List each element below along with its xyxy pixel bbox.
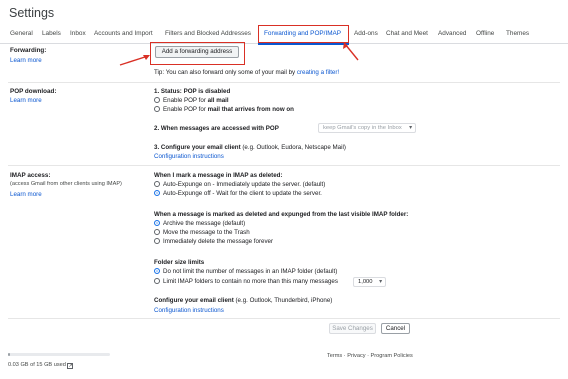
- pop-configuration-instructions-link[interactable]: Configuration instructions: [154, 153, 224, 160]
- forwarding-tip-text: Tip: You can also forward only some of y…: [154, 69, 297, 76]
- imap-delete-forever-label: Immediately delete the message forever: [163, 238, 274, 245]
- storage-bar: [8, 353, 110, 356]
- imap-client-row: Configure your email client (e.g. Outloo…: [154, 297, 332, 304]
- imap-archive-option[interactable]: Archive the message (default): [154, 220, 245, 227]
- radio-button[interactable]: [154, 229, 160, 235]
- imap-sublabel: (access Gmail from other clients using I…: [10, 181, 122, 187]
- imap-expunge-off-label: Auto-Expunge off - Wait for the client t…: [163, 190, 322, 197]
- imap-learn-more-link[interactable]: Learn more: [10, 191, 42, 198]
- storage-usage: 0.03 GB of 15 GB used ↗: [8, 362, 74, 369]
- pop-label: POP download:: [10, 88, 57, 95]
- pop-configure-heading: 3. Configure your email client: [154, 144, 241, 151]
- add-forwarding-address-button[interactable]: Add a forwarding address: [155, 46, 239, 58]
- pop-enable-now-prefix: Enable POP for: [163, 106, 208, 113]
- divider: [8, 318, 560, 319]
- imap-expunge-off-option[interactable]: Auto-Expunge off - Wait for the client t…: [154, 190, 322, 197]
- external-link-icon[interactable]: ↗: [67, 363, 74, 369]
- radio-button[interactable]: [154, 97, 160, 103]
- pop-enable-all-option[interactable]: Enable POP for all mail: [154, 97, 229, 104]
- pop-enable-all-bold: all mail: [207, 97, 229, 104]
- pop-enable-now-option[interactable]: Enable POP for mail that arrives from no…: [154, 106, 294, 113]
- imap-trash-option[interactable]: Move the message to the Trash: [154, 229, 250, 236]
- pop-enable-now-bold: mail that arrives from now on: [207, 106, 294, 113]
- annotation-arrow-button: [119, 55, 149, 66]
- imap-limit-label: Limit IMAP folders to contain no more th…: [163, 278, 338, 285]
- pop-configure-note: (e.g. Outlook, Eudora, Netscape Mail): [240, 144, 346, 151]
- imap-expunge-on-label: Auto-Expunge on - Immediately update the…: [163, 181, 326, 188]
- radio-button-selected[interactable]: [154, 220, 160, 226]
- program-policies-link[interactable]: Program Policies: [371, 353, 413, 359]
- storage-bar-fill: [8, 353, 11, 356]
- divider: [8, 165, 560, 166]
- forwarding-label: Forwarding:: [10, 47, 47, 54]
- forwarding-tip: Tip: You can also forward only some of y…: [154, 69, 339, 76]
- terms-link[interactable]: Terms: [327, 353, 342, 359]
- chevron-down-icon: ▾: [409, 125, 412, 131]
- footer-links: Terms · Privacy · Program Policies: [327, 353, 413, 359]
- imap-delete-forever-option[interactable]: Immediately delete the message forever: [154, 238, 273, 245]
- imap-limit-option[interactable]: Limit IMAP folders to contain no more th…: [154, 278, 338, 285]
- create-filter-link[interactable]: creating a filter!: [297, 69, 339, 76]
- imap-deleted-heading: When I mark a message in IMAP as deleted…: [154, 172, 283, 179]
- radio-button[interactable]: [154, 278, 160, 284]
- imap-expunged-heading: When a message is marked as deleted and …: [154, 211, 409, 218]
- pop-status-heading: 1. Status: POP is disabled: [154, 88, 231, 95]
- imap-label: IMAP access:: [10, 172, 51, 179]
- imap-limit-select-value: 1,000: [358, 279, 373, 285]
- pop-access-select-value: keep Gmail's copy in the Inbox: [323, 125, 402, 131]
- chevron-down-icon: ▾: [379, 279, 382, 285]
- radio-button-selected[interactable]: [154, 190, 160, 196]
- pop-enable-all-prefix: Enable POP for: [163, 97, 208, 104]
- imap-archive-label: Archive the message (default): [163, 220, 246, 227]
- imap-no-limit-label: Do not limit the number of messages in a…: [163, 268, 338, 275]
- annotation-arrowhead-tab: [343, 42, 348, 49]
- imap-client-note: (e.g. Outlook, Thunderbird, iPhone): [233, 297, 333, 304]
- radio-button[interactable]: [154, 181, 160, 187]
- imap-expunge-on-option[interactable]: Auto-Expunge on - Immediately update the…: [154, 181, 325, 188]
- privacy-link[interactable]: Privacy: [347, 353, 365, 359]
- imap-client-heading: Configure your email client: [154, 297, 234, 304]
- forwarding-learn-more-link[interactable]: Learn more: [10, 57, 42, 64]
- cancel-button[interactable]: Cancel: [381, 323, 410, 334]
- imap-limit-select[interactable]: 1,000 ▾: [353, 277, 386, 287]
- pop-access-select[interactable]: keep Gmail's copy in the Inbox ▾: [318, 123, 416, 133]
- radio-button[interactable]: [154, 238, 160, 244]
- imap-folder-heading: Folder size limits: [154, 259, 205, 266]
- imap-no-limit-option[interactable]: Do not limit the number of messages in a…: [154, 268, 337, 275]
- pop-access-heading: 2. When messages are accessed with POP: [154, 125, 279, 132]
- radio-button-selected[interactable]: [154, 268, 160, 274]
- pop-configure-row: 3. Configure your email client (e.g. Out…: [154, 144, 346, 151]
- imap-configuration-instructions-link[interactable]: Configuration instructions: [154, 307, 224, 314]
- imap-trash-label: Move the message to the Trash: [163, 229, 250, 236]
- pop-learn-more-link[interactable]: Learn more: [10, 97, 42, 104]
- save-changes-button[interactable]: Save Changes: [329, 323, 376, 334]
- storage-usage-text: 0.03 GB of 15 GB used: [8, 362, 66, 368]
- divider: [8, 82, 560, 83]
- radio-button[interactable]: [154, 106, 160, 112]
